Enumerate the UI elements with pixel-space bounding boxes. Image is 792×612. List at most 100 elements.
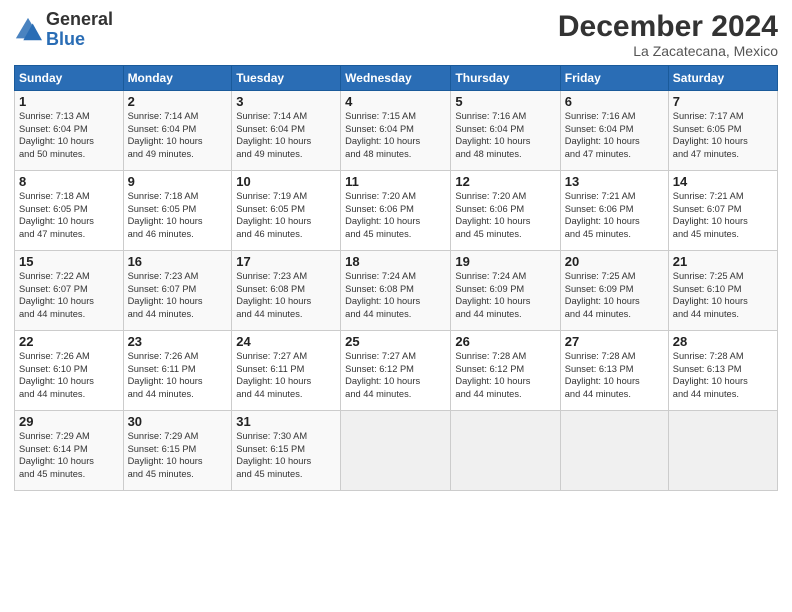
calendar-cell: 17Sunrise: 7:23 AMSunset: 6:08 PMDayligh…	[232, 251, 341, 331]
logo-icon	[14, 16, 42, 44]
day-info: Sunrise: 7:21 AMSunset: 6:07 PMDaylight:…	[673, 190, 773, 240]
day-number: 9	[128, 174, 228, 189]
calendar-cell: 7Sunrise: 7:17 AMSunset: 6:05 PMDaylight…	[668, 91, 777, 171]
day-info: Sunrise: 7:24 AMSunset: 6:09 PMDaylight:…	[455, 270, 555, 320]
calendar-cell: 1Sunrise: 7:13 AMSunset: 6:04 PMDaylight…	[15, 91, 124, 171]
col-saturday: Saturday	[668, 66, 777, 91]
calendar-row: 22Sunrise: 7:26 AMSunset: 6:10 PMDayligh…	[15, 331, 778, 411]
calendar-cell: 23Sunrise: 7:26 AMSunset: 6:11 PMDayligh…	[123, 331, 232, 411]
calendar-cell: 28Sunrise: 7:28 AMSunset: 6:13 PMDayligh…	[668, 331, 777, 411]
calendar-header-row: Sunday Monday Tuesday Wednesday Thursday…	[15, 66, 778, 91]
day-number: 4	[345, 94, 446, 109]
day-number: 10	[236, 174, 336, 189]
day-info: Sunrise: 7:29 AMSunset: 6:14 PMDaylight:…	[19, 430, 119, 480]
day-info: Sunrise: 7:26 AMSunset: 6:10 PMDaylight:…	[19, 350, 119, 400]
col-sunday: Sunday	[15, 66, 124, 91]
calendar-cell	[451, 411, 560, 491]
logo-general: General	[46, 9, 113, 29]
day-number: 12	[455, 174, 555, 189]
calendar-row: 29Sunrise: 7:29 AMSunset: 6:14 PMDayligh…	[15, 411, 778, 491]
day-number: 23	[128, 334, 228, 349]
day-number: 2	[128, 94, 228, 109]
day-number: 6	[565, 94, 664, 109]
day-info: Sunrise: 7:25 AMSunset: 6:10 PMDaylight:…	[673, 270, 773, 320]
calendar-cell: 24Sunrise: 7:27 AMSunset: 6:11 PMDayligh…	[232, 331, 341, 411]
day-number: 5	[455, 94, 555, 109]
day-info: Sunrise: 7:21 AMSunset: 6:06 PMDaylight:…	[565, 190, 664, 240]
day-info: Sunrise: 7:14 AMSunset: 6:04 PMDaylight:…	[128, 110, 228, 160]
day-info: Sunrise: 7:19 AMSunset: 6:05 PMDaylight:…	[236, 190, 336, 240]
calendar-cell: 21Sunrise: 7:25 AMSunset: 6:10 PMDayligh…	[668, 251, 777, 331]
day-info: Sunrise: 7:13 AMSunset: 6:04 PMDaylight:…	[19, 110, 119, 160]
day-info: Sunrise: 7:18 AMSunset: 6:05 PMDaylight:…	[19, 190, 119, 240]
day-number: 3	[236, 94, 336, 109]
day-info: Sunrise: 7:20 AMSunset: 6:06 PMDaylight:…	[345, 190, 446, 240]
day-number: 14	[673, 174, 773, 189]
day-number: 28	[673, 334, 773, 349]
calendar-cell: 29Sunrise: 7:29 AMSunset: 6:14 PMDayligh…	[15, 411, 124, 491]
day-info: Sunrise: 7:16 AMSunset: 6:04 PMDaylight:…	[455, 110, 555, 160]
day-info: Sunrise: 7:23 AMSunset: 6:07 PMDaylight:…	[128, 270, 228, 320]
calendar-cell: 10Sunrise: 7:19 AMSunset: 6:05 PMDayligh…	[232, 171, 341, 251]
day-info: Sunrise: 7:22 AMSunset: 6:07 PMDaylight:…	[19, 270, 119, 320]
day-info: Sunrise: 7:23 AMSunset: 6:08 PMDaylight:…	[236, 270, 336, 320]
day-info: Sunrise: 7:27 AMSunset: 6:12 PMDaylight:…	[345, 350, 446, 400]
calendar-cell: 30Sunrise: 7:29 AMSunset: 6:15 PMDayligh…	[123, 411, 232, 491]
day-number: 30	[128, 414, 228, 429]
calendar-cell: 14Sunrise: 7:21 AMSunset: 6:07 PMDayligh…	[668, 171, 777, 251]
calendar-cell: 27Sunrise: 7:28 AMSunset: 6:13 PMDayligh…	[560, 331, 668, 411]
page-container: General Blue December 2024 La Zacatecana…	[0, 0, 792, 499]
calendar-cell: 2Sunrise: 7:14 AMSunset: 6:04 PMDaylight…	[123, 91, 232, 171]
calendar-row: 15Sunrise: 7:22 AMSunset: 6:07 PMDayligh…	[15, 251, 778, 331]
calendar-cell: 3Sunrise: 7:14 AMSunset: 6:04 PMDaylight…	[232, 91, 341, 171]
col-friday: Friday	[560, 66, 668, 91]
day-number: 11	[345, 174, 446, 189]
day-number: 25	[345, 334, 446, 349]
day-number: 16	[128, 254, 228, 269]
day-info: Sunrise: 7:20 AMSunset: 6:06 PMDaylight:…	[455, 190, 555, 240]
day-info: Sunrise: 7:27 AMSunset: 6:11 PMDaylight:…	[236, 350, 336, 400]
col-thursday: Thursday	[451, 66, 560, 91]
day-number: 29	[19, 414, 119, 429]
day-number: 22	[19, 334, 119, 349]
day-number: 7	[673, 94, 773, 109]
calendar-cell: 9Sunrise: 7:18 AMSunset: 6:05 PMDaylight…	[123, 171, 232, 251]
calendar-cell: 4Sunrise: 7:15 AMSunset: 6:04 PMDaylight…	[341, 91, 451, 171]
day-number: 18	[345, 254, 446, 269]
day-number: 13	[565, 174, 664, 189]
calendar-cell: 15Sunrise: 7:22 AMSunset: 6:07 PMDayligh…	[15, 251, 124, 331]
day-number: 26	[455, 334, 555, 349]
day-info: Sunrise: 7:30 AMSunset: 6:15 PMDaylight:…	[236, 430, 336, 480]
calendar-cell: 31Sunrise: 7:30 AMSunset: 6:15 PMDayligh…	[232, 411, 341, 491]
day-number: 19	[455, 254, 555, 269]
header: General Blue December 2024 La Zacatecana…	[14, 10, 778, 59]
day-number: 17	[236, 254, 336, 269]
day-info: Sunrise: 7:28 AMSunset: 6:13 PMDaylight:…	[565, 350, 664, 400]
day-info: Sunrise: 7:28 AMSunset: 6:12 PMDaylight:…	[455, 350, 555, 400]
day-number: 21	[673, 254, 773, 269]
calendar: Sunday Monday Tuesday Wednesday Thursday…	[14, 65, 778, 491]
calendar-row: 1Sunrise: 7:13 AMSunset: 6:04 PMDaylight…	[15, 91, 778, 171]
day-number: 8	[19, 174, 119, 189]
calendar-cell: 25Sunrise: 7:27 AMSunset: 6:12 PMDayligh…	[341, 331, 451, 411]
calendar-cell: 22Sunrise: 7:26 AMSunset: 6:10 PMDayligh…	[15, 331, 124, 411]
calendar-cell: 13Sunrise: 7:21 AMSunset: 6:06 PMDayligh…	[560, 171, 668, 251]
calendar-cell: 8Sunrise: 7:18 AMSunset: 6:05 PMDaylight…	[15, 171, 124, 251]
month-title: December 2024	[558, 10, 778, 43]
day-info: Sunrise: 7:18 AMSunset: 6:05 PMDaylight:…	[128, 190, 228, 240]
day-info: Sunrise: 7:26 AMSunset: 6:11 PMDaylight:…	[128, 350, 228, 400]
logo: General Blue	[14, 10, 113, 50]
day-info: Sunrise: 7:16 AMSunset: 6:04 PMDaylight:…	[565, 110, 664, 160]
calendar-row: 8Sunrise: 7:18 AMSunset: 6:05 PMDaylight…	[15, 171, 778, 251]
calendar-cell: 6Sunrise: 7:16 AMSunset: 6:04 PMDaylight…	[560, 91, 668, 171]
calendar-cell: 11Sunrise: 7:20 AMSunset: 6:06 PMDayligh…	[341, 171, 451, 251]
calendar-cell: 12Sunrise: 7:20 AMSunset: 6:06 PMDayligh…	[451, 171, 560, 251]
calendar-cell: 26Sunrise: 7:28 AMSunset: 6:12 PMDayligh…	[451, 331, 560, 411]
day-info: Sunrise: 7:15 AMSunset: 6:04 PMDaylight:…	[345, 110, 446, 160]
day-number: 1	[19, 94, 119, 109]
day-info: Sunrise: 7:29 AMSunset: 6:15 PMDaylight:…	[128, 430, 228, 480]
day-info: Sunrise: 7:17 AMSunset: 6:05 PMDaylight:…	[673, 110, 773, 160]
day-number: 20	[565, 254, 664, 269]
calendar-cell	[341, 411, 451, 491]
location: La Zacatecana, Mexico	[558, 43, 778, 59]
